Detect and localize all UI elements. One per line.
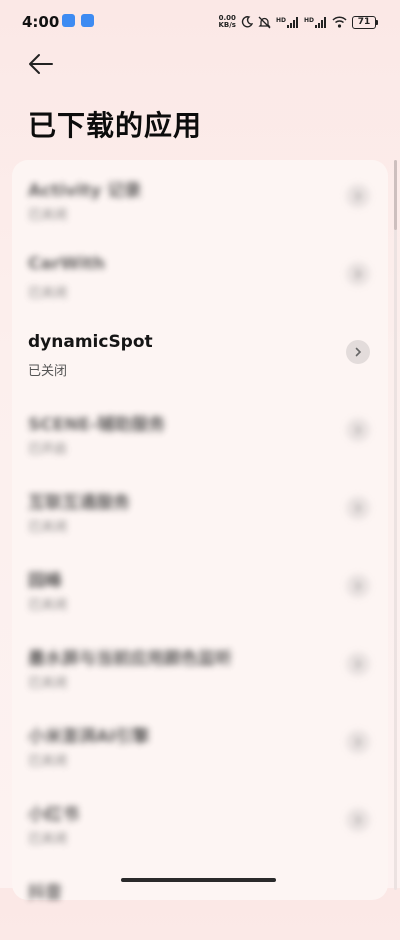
app-notification-icon [81,14,94,27]
app-name: 墨水屏与当前应用颜色监听 [28,649,232,669]
battery-tip [376,19,378,25]
scrollbar-thumb[interactable] [394,160,397,230]
list-item[interactable]: 抖音 [12,862,388,940]
chevron-right-icon [346,808,370,832]
app-notification-icon [62,14,75,27]
app-name: 抖音 [28,883,62,903]
arrow-left-icon[interactable] [26,50,56,78]
list-item[interactable]: SCENE-辅助服务 已开启 [12,394,388,472]
chevron-right-icon [346,184,370,208]
hd-label: HD [275,16,286,24]
app-name: 小米澎湃AI引擎 [28,727,150,747]
app-status: 已关闭 [28,286,68,301]
net-speed-unit: KB/s [218,21,236,29]
app-status: 已关闭 [28,364,68,379]
chevron-right-icon [346,730,370,754]
chevron-right-icon [346,418,370,442]
signal-icon [315,16,326,28]
status-icons: 0.00 KB/s HD HD 71 [218,12,378,32]
app-status: 已关闭 [28,676,68,691]
chevron-right-icon [346,574,370,598]
list-item[interactable]: CarWith 已关闭 [12,238,388,316]
signal-1: HD [275,16,299,28]
app-name: SCENE-辅助服务 [28,415,166,435]
battery-icon: 71 [352,15,378,29]
list-item[interactable]: 小米澎湃AI引擎 已关闭 [12,706,388,784]
app-status: 已关闭 [28,754,68,769]
list-item[interactable]: 互联互通服务 已关闭 [12,472,388,550]
list-item[interactable]: Activity 记录 已关闭 [12,160,388,238]
app-name: 园峰 [28,571,62,591]
list-item[interactable]: 墨水屏与当前应用颜色监听 已关闭 [12,628,388,706]
chevron-right-icon [346,652,370,676]
chevron-right-icon [346,340,370,364]
home-indicator[interactable] [121,878,276,882]
app-status: 已关闭 [28,832,68,847]
signal-2: HD [303,16,327,28]
app-status: 已关闭 [28,520,68,535]
app-status: 已关闭 [28,208,68,223]
list-item[interactable]: 园峰 已关闭 [12,550,388,628]
page-title: 已下载的应用 [28,109,203,142]
status-time: 4:00 [22,13,60,31]
moon-icon [241,16,253,28]
app-name: CarWith [28,254,106,274]
app-name: 互联互通服务 [28,493,130,513]
app-status: 已开启 [28,442,68,457]
app-name: 小红书 [28,805,79,825]
chevron-right-icon [346,262,370,286]
app-name: dynamicSpot [28,332,153,352]
hd-label: HD [303,16,314,24]
app-name: Activity 记录 [28,181,142,201]
list-item[interactable]: dynamicSpot 已关闭 [12,316,388,394]
silent-icon [258,16,271,28]
net-speed: 0.00 KB/s [218,15,235,29]
wifi-icon [332,16,347,28]
chevron-right-icon [346,496,370,520]
scrollbar-track[interactable] [394,160,397,890]
list-item[interactable]: 小红书 已关闭 [12,784,388,862]
status-bar: 4:00 0.00 KB/s HD HD 71 [0,0,400,44]
app-list: Activity 记录 已关闭 CarWith 已关闭 dynamicSpot … [12,160,388,903]
battery-level: 71 [352,15,376,29]
signal-icon [286,16,298,28]
app-status: 已关闭 [28,598,68,613]
